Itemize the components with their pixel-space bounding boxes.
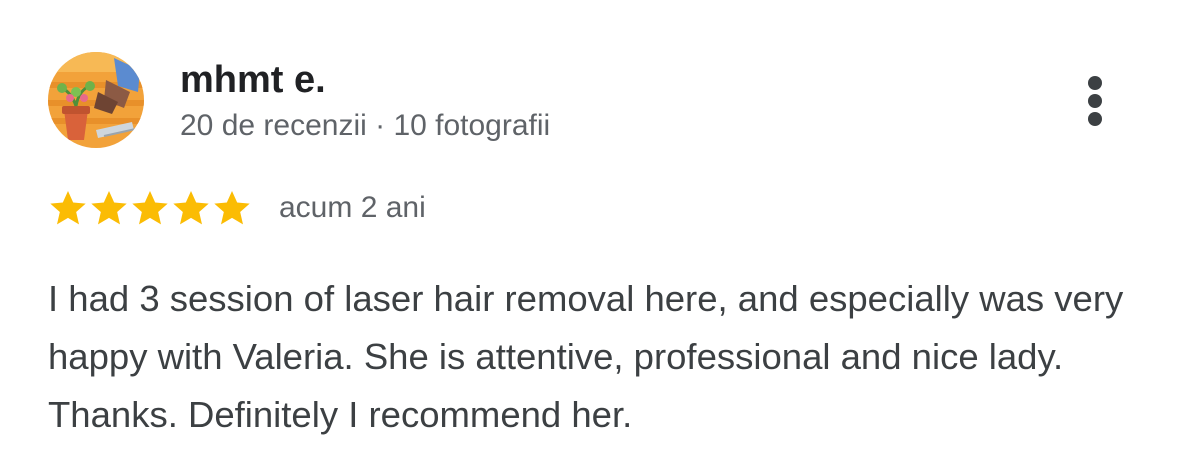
star-icon: [132, 191, 168, 225]
review-date: acum 2 ani: [279, 191, 426, 224]
more-options-button[interactable]: [1072, 70, 1118, 130]
rating-row: acum 2 ani: [48, 186, 426, 230]
reviewer-name[interactable]: mhmt e.: [180, 56, 326, 104]
star-icon: [91, 191, 127, 225]
star-rating: [48, 188, 253, 228]
gardening-avatar-icon: [48, 52, 144, 148]
reviewer-stats: 20 de recenzii · 10 fotografii: [180, 109, 551, 142]
star-icon: [173, 191, 209, 225]
reviewer-avatar[interactable]: [48, 52, 144, 148]
star-icon: [50, 191, 86, 225]
review-text: I had 3 session of laser hair removal he…: [48, 278, 1124, 435]
review-card: mhmt e. 20 de recenzii · 10 fotografii a…: [0, 0, 1179, 456]
star-icon: [214, 191, 250, 225]
